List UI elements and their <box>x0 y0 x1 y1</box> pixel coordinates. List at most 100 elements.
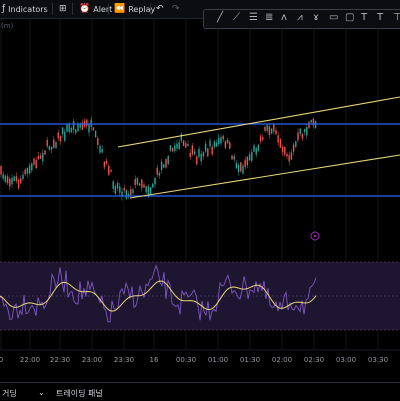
candle-body <box>15 176 18 182</box>
candle-body <box>235 162 238 169</box>
candle-body <box>158 172 161 176</box>
candle-body <box>72 121 75 131</box>
anchored-text-icon[interactable]: ⊤ <box>393 12 400 24</box>
candle-body <box>88 124 90 133</box>
candle-body <box>145 186 147 193</box>
bottom-panel-tabs: 거딩 ⌄ 트레이딩 패널 <box>0 382 400 401</box>
candle-body <box>270 128 273 134</box>
candle-body <box>119 186 121 193</box>
candle-body <box>99 145 101 153</box>
candle-body <box>248 154 251 161</box>
candle-body <box>68 123 70 132</box>
candle-body <box>176 143 178 149</box>
candle-body <box>207 148 209 157</box>
indicators-button[interactable]: ƒ Indicators <box>2 3 48 15</box>
candle-body <box>226 139 229 143</box>
alert-label: Alert <box>93 4 113 14</box>
candle-body <box>165 158 167 168</box>
candle-body <box>213 141 216 148</box>
time-axis-label: 23:00 <box>81 356 103 364</box>
text-icon[interactable]: T <box>361 12 367 24</box>
candle-body <box>229 142 231 149</box>
candle-body <box>61 127 64 135</box>
brush-icon[interactable]: ɤ <box>313 12 319 24</box>
candle-body <box>257 144 260 151</box>
time-axis-label: 02:00 <box>271 356 293 364</box>
fib-retracement-icon[interactable]: ☰ <box>249 12 258 24</box>
candle-body <box>196 156 198 165</box>
candle-body <box>268 126 271 136</box>
candle-body <box>35 160 37 169</box>
candle-body <box>187 144 189 147</box>
time-axis-label: 03:30 <box>367 356 389 364</box>
candle-body <box>240 162 242 172</box>
candle-body <box>123 187 125 191</box>
redo-button[interactable]: ↷ <box>172 3 183 15</box>
toolbar-divider <box>72 3 73 15</box>
candle-body <box>233 156 235 160</box>
candle-body <box>79 124 81 128</box>
candle-body <box>24 169 26 175</box>
candle-body <box>66 124 68 132</box>
candle-body <box>178 142 180 150</box>
time-axis-label: 03:00 <box>335 356 357 364</box>
chevron-down-icon[interactable]: ⌄ <box>38 388 45 397</box>
note-icon[interactable]: T <box>377 12 383 24</box>
candle-body <box>182 140 185 146</box>
candle-body <box>295 141 297 148</box>
time-axis-label: 0 <box>0 356 4 364</box>
candle-body <box>2 174 4 179</box>
candle-body <box>11 177 13 185</box>
candle-body <box>136 177 139 185</box>
candle-body <box>103 161 106 168</box>
candle-body <box>17 179 20 188</box>
candle-body <box>310 119 312 123</box>
tab-trading-panel[interactable]: 트레이딩 패널 <box>56 388 103 399</box>
candle-body <box>308 121 310 129</box>
candle-body <box>13 176 15 181</box>
ray-icon[interactable]: ⟋ <box>233 12 240 24</box>
toolbar-divider <box>150 3 151 15</box>
time-axis-label: 22:30 <box>49 356 71 364</box>
candle-body <box>286 153 288 157</box>
candle-body <box>55 142 57 148</box>
candle-body <box>231 155 233 160</box>
candle-body <box>112 181 114 189</box>
candle-body <box>53 139 55 148</box>
candle-body <box>224 141 227 148</box>
chart-canvas[interactable] <box>0 0 400 400</box>
time-axis-label: 00:30 <box>175 356 197 364</box>
undo-button[interactable]: ↶ <box>156 3 167 15</box>
rectangle-icon[interactable]: ▭ <box>329 12 338 24</box>
candle-body <box>198 148 200 157</box>
candle-body <box>262 137 264 140</box>
time-axis-label: 16 <box>149 356 159 364</box>
candle-body <box>202 152 205 157</box>
elliott-wave-icon[interactable]: ⩘ <box>297 12 303 24</box>
templates-button[interactable]: ⊞ <box>59 3 70 15</box>
candle-body <box>130 189 132 195</box>
trend-line-icon[interactable]: ╱ <box>217 12 223 24</box>
pattern-icon[interactable]: ʌ <box>281 12 287 24</box>
candle-body <box>220 137 222 144</box>
time-axis-label: 02:30 <box>303 356 325 364</box>
candle-body <box>171 147 174 152</box>
candle-body <box>94 130 97 138</box>
shape-icon[interactable]: ▢ <box>345 12 354 24</box>
candle-body <box>169 145 172 151</box>
candle-body <box>6 176 9 184</box>
candle-body <box>110 169 112 172</box>
candle-body <box>204 143 207 152</box>
candle-body <box>114 186 117 194</box>
candle-body <box>185 143 187 148</box>
candle-body <box>189 152 191 158</box>
candle-body <box>297 132 299 141</box>
candle-body <box>141 179 143 188</box>
candle-body <box>277 135 279 143</box>
candle-body <box>90 119 92 127</box>
candle-body <box>253 145 255 152</box>
tab-screener[interactable]: 거딩 <box>2 388 17 399</box>
candle-body <box>244 159 246 168</box>
parallel-channel-icon[interactable]: ≣ <box>265 12 273 24</box>
candle-body <box>218 137 220 145</box>
